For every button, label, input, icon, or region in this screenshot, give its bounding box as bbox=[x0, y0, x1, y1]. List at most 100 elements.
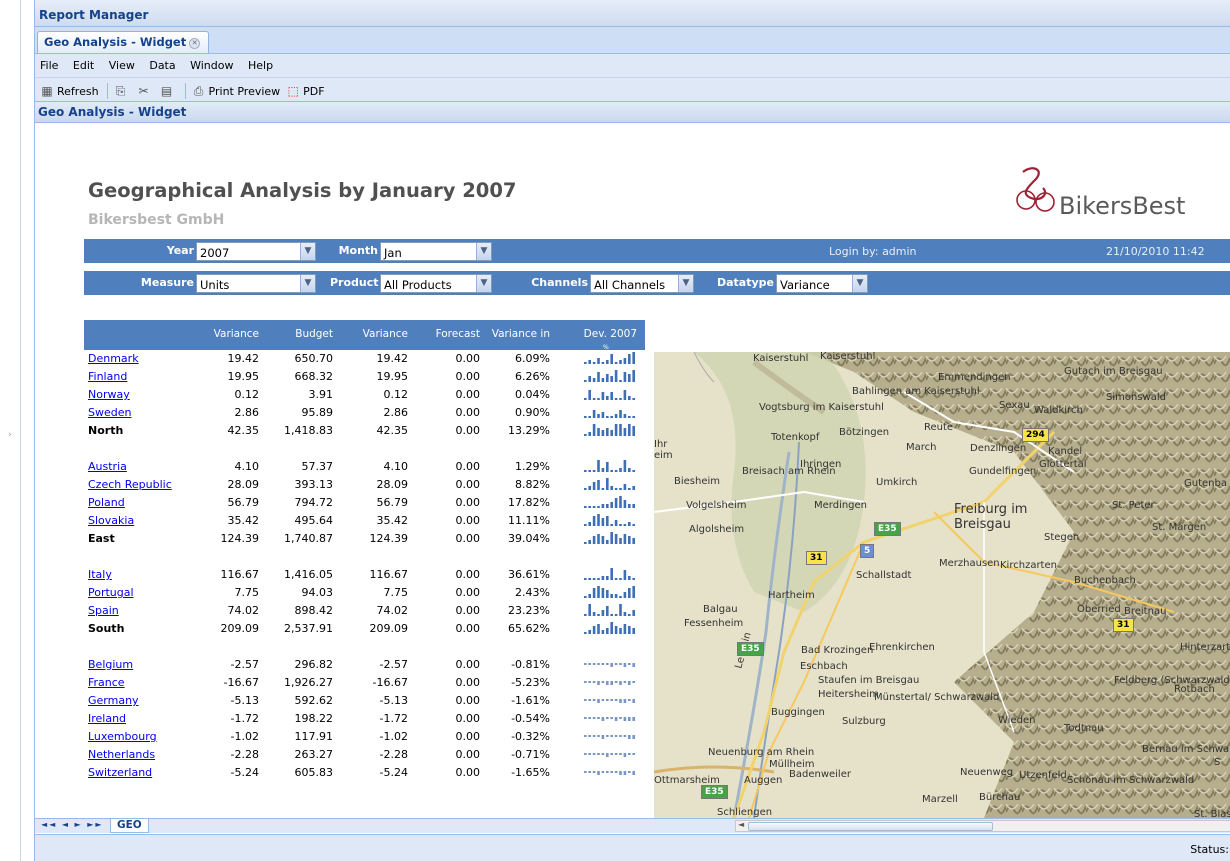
table-cell: 74.02 bbox=[376, 604, 409, 617]
map-place-label: S bbox=[1214, 757, 1221, 768]
region-total-label: South bbox=[88, 622, 125, 635]
map-place-label: Denzlingen bbox=[970, 443, 1027, 454]
pdf-button[interactable]: ⬚ PDF bbox=[286, 84, 325, 98]
country-link[interactable]: Portugal bbox=[88, 586, 134, 599]
road-shield-icon: E35 bbox=[874, 522, 901, 536]
map-place-label: Neuenburg am Rhein bbox=[708, 747, 815, 758]
country-link[interactable]: Austria bbox=[88, 460, 127, 473]
sparkline-chart bbox=[584, 717, 635, 721]
left-collapse-gutter[interactable]: › bbox=[0, 0, 21, 861]
country-link[interactable]: Denmark bbox=[88, 352, 139, 365]
country-link[interactable]: France bbox=[88, 676, 125, 689]
cut-button[interactable]: ✂ bbox=[137, 84, 154, 98]
chevron-down-icon[interactable]: ▼ bbox=[678, 275, 693, 292]
sheet-nav-arrows-icon[interactable]: ◄◄ ◄ ► ►► bbox=[41, 820, 104, 829]
sparkline-bar bbox=[610, 753, 613, 755]
menu-bar: File Edit View Data Window Help bbox=[35, 54, 1230, 78]
table-cell: 23.23% bbox=[508, 604, 550, 617]
sparkline-bar bbox=[584, 380, 587, 382]
expand-arrow-icon[interactable]: › bbox=[8, 430, 12, 440]
menu-view[interactable]: View bbox=[109, 59, 135, 72]
toolbar: ▦ Refresh ⎘ ✂ ▤ ⎙ Print Preview ⬚ PDF bbox=[35, 78, 1230, 102]
datatype-select[interactable]: Variance ▼ bbox=[776, 274, 868, 293]
country-link[interactable]: Germany bbox=[88, 694, 139, 707]
sparkline-chart bbox=[584, 390, 635, 400]
sparkline-bar bbox=[619, 398, 622, 400]
chevron-down-icon[interactable]: ▼ bbox=[476, 275, 491, 292]
sheet-tab-geo[interactable]: GEO bbox=[110, 819, 149, 833]
measure-select[interactable]: Units ▼ bbox=[196, 274, 316, 293]
road-shield-icon: 31 bbox=[1113, 618, 1134, 632]
country-link[interactable]: Luxembourg bbox=[88, 730, 157, 743]
tab-geo-analysis[interactable]: Geo Analysis - Widget ✕ bbox=[37, 31, 210, 53]
scroll-left-icon[interactable]: ◄ bbox=[738, 820, 744, 829]
sparkline-bar bbox=[597, 358, 600, 364]
sparkline-bar bbox=[614, 699, 618, 701]
map-place-label: St. Märgen bbox=[1152, 522, 1207, 533]
sparkline-bar bbox=[619, 468, 622, 472]
map-place-label: Glottertal bbox=[1039, 459, 1087, 470]
country-link[interactable]: Switzerland bbox=[88, 766, 152, 779]
country-link[interactable]: Norway bbox=[88, 388, 130, 401]
table-cell: 7.75 bbox=[383, 586, 409, 599]
table-cell: 35.42 bbox=[227, 514, 260, 527]
table-cell: -1.02 bbox=[379, 730, 408, 743]
menu-file[interactable]: File bbox=[40, 59, 58, 72]
sparkline-bar bbox=[584, 488, 587, 490]
product-value: All Products bbox=[384, 278, 452, 292]
country-link[interactable]: Ireland bbox=[88, 712, 126, 725]
paste-button[interactable]: ▤ bbox=[160, 84, 177, 98]
geo-map[interactable]: Kaiserstuhl Kaiserstuhl Emmendingen Gutach … bbox=[654, 352, 1230, 818]
refresh-button[interactable]: ▦ Refresh bbox=[40, 84, 98, 98]
table-cell: 0.00 bbox=[455, 424, 481, 437]
country-link[interactable]: Belgium bbox=[88, 658, 133, 671]
chevron-down-icon[interactable]: ▼ bbox=[300, 275, 315, 292]
country-link[interactable]: Poland bbox=[88, 496, 125, 509]
menu-data[interactable]: Data bbox=[149, 59, 175, 72]
close-tab-icon[interactable]: ✕ bbox=[189, 38, 201, 49]
sparkline-bar bbox=[606, 462, 609, 472]
channels-select[interactable]: All Channels ▼ bbox=[590, 274, 694, 293]
sparkline-bar bbox=[628, 735, 631, 739]
status-bar: Status: bbox=[35, 834, 1230, 861]
sparkline-bar bbox=[601, 663, 605, 665]
country-link[interactable]: Czech Republic bbox=[88, 478, 172, 491]
map-place-label: Staufen im Breisgau bbox=[818, 675, 920, 686]
menu-help[interactable]: Help bbox=[248, 59, 273, 72]
table-cell: 0.00 bbox=[455, 748, 481, 761]
sparkline-bar bbox=[584, 524, 587, 526]
country-link[interactable]: Slovakia bbox=[88, 514, 134, 527]
country-link[interactable]: Finland bbox=[88, 370, 127, 383]
country-link[interactable]: Italy bbox=[88, 568, 112, 581]
sparkline-bar bbox=[614, 753, 618, 755]
year-select[interactable]: 2007 ▼ bbox=[196, 242, 316, 261]
sparkline-bar bbox=[584, 771, 587, 773]
country-link[interactable]: Spain bbox=[88, 604, 119, 617]
country-link[interactable]: Netherlands bbox=[88, 748, 155, 761]
table-cell: 57.37 bbox=[301, 460, 334, 473]
copy-button[interactable]: ⎘ bbox=[114, 84, 131, 98]
scrollbar-thumb[interactable] bbox=[748, 822, 993, 831]
sparkline-bar bbox=[592, 753, 596, 755]
horizontal-scrollbar[interactable]: ◄ bbox=[735, 820, 1230, 832]
product-select[interactable]: All Products ▼ bbox=[380, 274, 492, 293]
map-place-label: Vogtsburg im Kaiserstuhl bbox=[759, 402, 884, 413]
map-place-label: March bbox=[906, 442, 937, 453]
sparkline-bar bbox=[610, 376, 613, 382]
menu-window[interactable]: Window bbox=[190, 59, 233, 72]
sparkline-bar bbox=[592, 378, 596, 382]
month-select[interactable]: Jan ▼ bbox=[380, 242, 492, 261]
print-preview-button[interactable]: ⎙ Print Preview bbox=[192, 84, 280, 98]
chevron-down-icon[interactable]: ▼ bbox=[852, 275, 867, 292]
chevron-down-icon[interactable]: ▼ bbox=[300, 243, 315, 260]
sparkline-bar bbox=[588, 470, 591, 472]
table-cell: 198.22 bbox=[294, 712, 334, 725]
country-link[interactable]: Sweden bbox=[88, 406, 131, 419]
sparkline-bar bbox=[592, 663, 596, 665]
menu-edit[interactable]: Edit bbox=[73, 59, 94, 72]
sparkline-chart bbox=[584, 586, 635, 598]
chevron-down-icon[interactable]: ▼ bbox=[476, 243, 491, 260]
table-cell: -0.54% bbox=[511, 712, 550, 725]
sparkline-bar bbox=[597, 771, 600, 775]
sparkline-bar bbox=[584, 434, 587, 436]
